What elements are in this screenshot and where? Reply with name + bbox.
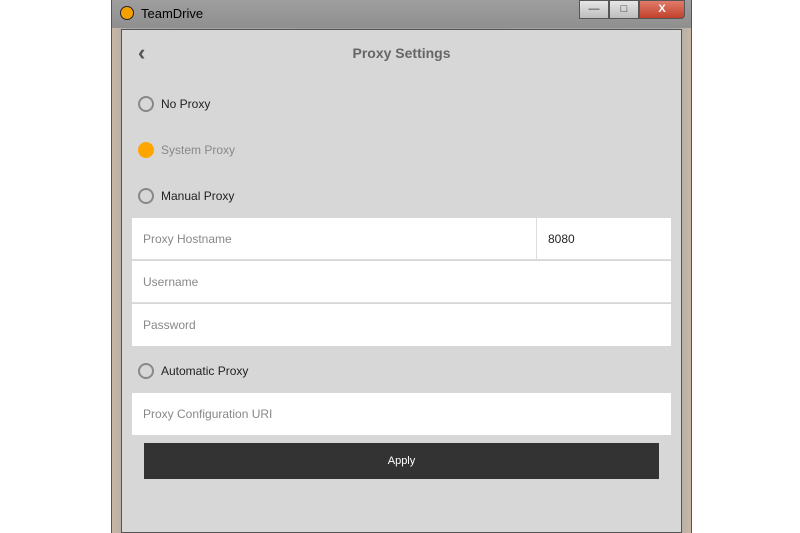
app-window: TeamDrive — □ X ‹ Proxy Settings No Prox… bbox=[111, 0, 692, 533]
radio-manual-proxy[interactable]: Manual Proxy bbox=[138, 188, 234, 204]
teamdrive-logo-icon bbox=[120, 6, 134, 20]
radio-selected-icon bbox=[138, 142, 154, 158]
proxy-port-input[interactable]: 8080 bbox=[536, 218, 671, 260]
radio-icon bbox=[138, 363, 154, 379]
radio-no-proxy[interactable]: No Proxy bbox=[138, 96, 210, 112]
password-input[interactable]: Password bbox=[132, 304, 671, 346]
title-bar[interactable]: TeamDrive — □ X bbox=[112, 0, 691, 28]
close-button[interactable]: X bbox=[639, 0, 685, 19]
proxy-uri-input[interactable]: Proxy Configuration URI bbox=[132, 393, 671, 435]
radio-automatic-proxy[interactable]: Automatic Proxy bbox=[138, 363, 248, 379]
username-input[interactable]: Username bbox=[132, 261, 671, 303]
maximize-button[interactable]: □ bbox=[609, 0, 639, 19]
proxy-hostname-input[interactable]: Proxy Hostname 8080 bbox=[132, 218, 671, 260]
placeholder: Proxy Hostname bbox=[143, 232, 232, 246]
radio-label: System Proxy bbox=[161, 143, 236, 157]
window-title: TeamDrive bbox=[141, 6, 204, 21]
radio-icon bbox=[138, 96, 154, 112]
radio-label: Manual Proxy bbox=[161, 189, 235, 203]
radio-icon bbox=[138, 188, 154, 204]
minimize-button[interactable]: — bbox=[579, 0, 609, 19]
page-title: Proxy Settings bbox=[352, 45, 451, 61]
radio-label: Automatic Proxy bbox=[161, 364, 249, 378]
radio-label: No Proxy bbox=[161, 97, 211, 111]
proxy-settings-panel: ‹ Proxy Settings No Proxy System Proxy M… bbox=[121, 29, 682, 533]
radio-system-proxy[interactable]: System Proxy bbox=[138, 142, 235, 158]
apply-button[interactable]: Apply bbox=[144, 443, 659, 479]
